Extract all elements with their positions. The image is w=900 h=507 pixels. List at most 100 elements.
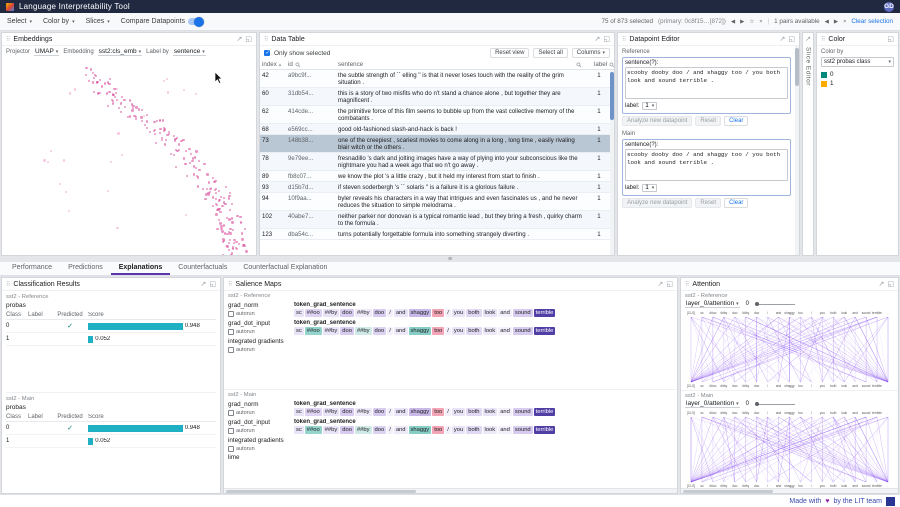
reset-button[interactable]: Reset (695, 116, 721, 126)
tab-performance[interactable]: Performance (4, 262, 60, 275)
scrollbar-thumb[interactable] (226, 490, 416, 493)
tab-explanations[interactable]: Explanations (111, 262, 171, 275)
sentence-textarea[interactable]: scooby dooby doo / and shaggy too / you … (625, 149, 788, 181)
pin-datapoint-icon[interactable]: ☆ (749, 19, 754, 25)
slices-menu-label: Slices (86, 18, 105, 25)
table-row[interactable]: 42a9bc9f...the subtle strength of `` ell… (260, 70, 614, 88)
prev-pair-icon[interactable]: ◀ (825, 19, 829, 25)
drag-handle-icon[interactable]: ⠿ (6, 281, 10, 288)
autorun-checkbox[interactable] (228, 347, 234, 353)
maximize-icon[interactable]: ◱ (209, 281, 216, 288)
search-icon[interactable] (609, 62, 615, 68)
slice-editor-collapsed-tab[interactable]: ↗ Slice Editor (802, 32, 814, 256)
editor-scrollbar[interactable] (795, 46, 799, 255)
reset-button[interactable]: Reset (695, 198, 721, 208)
label-by-select[interactable]: sentence ▾ (173, 48, 206, 56)
label-select[interactable]: 1▾ (642, 102, 657, 110)
compare-datapoints-toggle[interactable] (188, 18, 203, 25)
select-menu[interactable]: Select ▾ (7, 18, 32, 25)
horizontal-scrollbar[interactable] (681, 488, 898, 493)
table-row[interactable]: 73148b38...one of the creepiest , scarie… (260, 135, 614, 153)
embedding-select[interactable]: sst2:cls_emb ▾ (98, 48, 142, 56)
popout-icon[interactable]: ↗ (237, 36, 243, 43)
clear-pairs-icon[interactable]: × (843, 19, 846, 25)
popout-icon[interactable]: ↗ (658, 281, 664, 288)
table-row[interactable]: 68e569cc...good old-fashioned slash-and-… (260, 124, 614, 135)
popout-icon[interactable]: ↗ (595, 36, 601, 43)
popout-icon[interactable]: ↗ (780, 36, 786, 43)
autorun-checkbox[interactable] (228, 410, 234, 416)
color-by-select[interactable]: sst2 probas class ▾ (821, 57, 894, 67)
next-pair-icon[interactable]: ▶ (834, 19, 838, 25)
clear-button[interactable]: Clear (724, 198, 748, 208)
unset-primary-icon[interactable]: × (759, 19, 762, 25)
only-show-selected-checkbox[interactable] (264, 50, 270, 56)
scrollbar-thumb[interactable] (683, 490, 773, 493)
scrollbar-thumb[interactable] (610, 72, 614, 120)
drag-handle-icon[interactable]: ⠿ (6, 36, 10, 43)
drag-handle-icon[interactable]: ⠿ (622, 36, 626, 43)
table-row[interactable]: 789e79ee...fresnadillo 's dark and jolti… (260, 153, 614, 171)
columns-button[interactable]: Columns▾ (572, 48, 610, 58)
tab-counterfactual-explanation[interactable]: Counterfactual Explanation (235, 262, 335, 275)
horizontal-scrollbar[interactable] (224, 488, 677, 493)
autorun-checkbox[interactable] (228, 446, 234, 452)
classification-row: 0✓0.948 (6, 422, 216, 435)
column-header-index[interactable]: index ▴ (262, 61, 288, 68)
select-all-button[interactable]: Select all (533, 48, 567, 58)
tab-predictions[interactable]: Predictions (60, 262, 111, 275)
table-row[interactable]: 123dba54c...turns potentially forgettabl… (260, 229, 614, 240)
reset-view-button[interactable]: Reset view (490, 48, 529, 58)
color-by-menu[interactable]: Color by ▾ (43, 18, 75, 25)
column-header-sentence[interactable]: sentence (338, 61, 594, 68)
analyze-new-datapoint-button[interactable]: Analyze new datapoint (622, 198, 692, 208)
head-slider[interactable] (755, 304, 795, 305)
table-row[interactable]: 89fb8c07...we know the plot 's a little … (260, 171, 614, 182)
drag-handle-icon[interactable]: ⠿ (228, 281, 232, 288)
maximize-icon[interactable]: ◱ (887, 36, 894, 43)
slices-menu[interactable]: Slices ▾ (86, 18, 110, 25)
token-chip: sound (513, 426, 533, 434)
classification-row: 10.052 (6, 333, 216, 346)
tab-counterfactuals[interactable]: Counterfactuals (170, 262, 235, 275)
scrollbar-thumb[interactable] (795, 48, 799, 86)
popout-icon[interactable]: ↗ (201, 281, 207, 288)
table-scrollbar[interactable] (610, 70, 614, 255)
column-header-label[interactable]: label (594, 61, 612, 68)
drag-handle-icon[interactable]: ⠿ (264, 36, 268, 43)
token-chip: ##oo (305, 408, 322, 416)
projector-select[interactable]: UMAP ▾ (34, 48, 59, 56)
embeddings-scatter[interactable] (2, 58, 256, 255)
table-row[interactable]: 9410f9aa...byler reveals his characters … (260, 193, 614, 211)
search-icon[interactable] (576, 62, 582, 68)
layer-select[interactable]: layer_0/attention▾ (685, 400, 740, 408)
drag-handle-icon[interactable]: ⠿ (685, 281, 689, 288)
table-row[interactable]: 10240abe7...neither parker nor donovan i… (260, 211, 614, 229)
search-icon[interactable] (295, 62, 301, 68)
next-datapoint-icon[interactable]: ▶ (740, 19, 744, 25)
table-row[interactable]: 62414cde...the primitive force of this f… (260, 106, 614, 124)
maximize-icon[interactable]: ◱ (603, 36, 610, 43)
clear-button[interactable]: Clear (724, 116, 748, 126)
drag-handle-icon[interactable]: ⠿ (821, 36, 825, 43)
layer-select[interactable]: layer_0/attention▾ (685, 300, 740, 308)
head-slider[interactable] (755, 404, 795, 405)
popout-icon[interactable]: ↗ (879, 281, 885, 288)
clear-selection-button[interactable]: Clear selection (851, 18, 893, 25)
autorun-checkbox[interactable] (228, 311, 234, 317)
maximize-icon[interactable]: ◱ (245, 36, 252, 43)
maximize-icon[interactable]: ◱ (788, 36, 795, 43)
user-avatar[interactable]: GD (884, 2, 894, 12)
autorun-checkbox[interactable] (228, 329, 234, 335)
column-header-id[interactable]: id (288, 61, 338, 68)
sentence-textarea[interactable]: scooby dooby doo / and shaggy too / you … (625, 67, 788, 99)
analyze-new-datapoint-button[interactable]: Analyze new datapoint (622, 116, 692, 126)
table-row[interactable]: 6031db54...this is a story of two misfit… (260, 88, 614, 106)
prev-datapoint-icon[interactable]: ◀ (731, 19, 735, 25)
label-select[interactable]: 1▾ (642, 184, 657, 192)
expand-icon[interactable]: ↗ (805, 36, 811, 43)
maximize-icon[interactable]: ◱ (666, 281, 673, 288)
maximize-icon[interactable]: ◱ (887, 281, 894, 288)
table-row[interactable]: 93d15b7d...if steven soderbergh 's `` so… (260, 182, 614, 193)
autorun-checkbox[interactable] (228, 428, 234, 434)
